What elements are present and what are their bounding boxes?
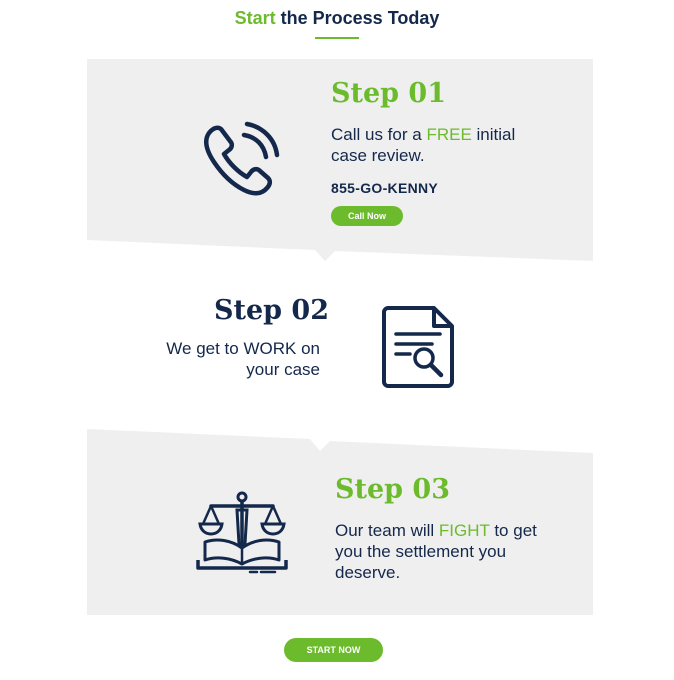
step-02-title: Step 02 [214,295,330,326]
call-now-button[interactable]: Call Now [331,206,403,226]
step-02-description: We get to WORK on your case [130,338,320,380]
step-02-desc-highlight: WORK [243,339,297,358]
step-01-desc-text: Call us for a [331,125,427,144]
step-01-title: Step 01 [331,78,447,109]
phone-number: 855-GO-KENNY [331,180,439,196]
step-03-desc-text: Our team will [335,521,439,540]
step-01-description: Call us for a FREE initial case review. [331,124,541,166]
step-01-desc-highlight: FREE [426,125,472,144]
step-03-desc-highlight: FIGHT [438,521,490,540]
scales-of-justice-icon [196,491,288,574]
step-03-title: Step 03 [335,474,451,505]
document-search-icon [382,306,454,388]
phone-icon [204,121,280,196]
process-page: Start the Process Today Step 01 Call us … [0,0,674,680]
step-03-description: Our team will FIGHT to get you the settl… [335,520,565,583]
step-02-desc-text: We get to [166,339,244,358]
start-now-button[interactable]: START NOW [284,638,383,662]
